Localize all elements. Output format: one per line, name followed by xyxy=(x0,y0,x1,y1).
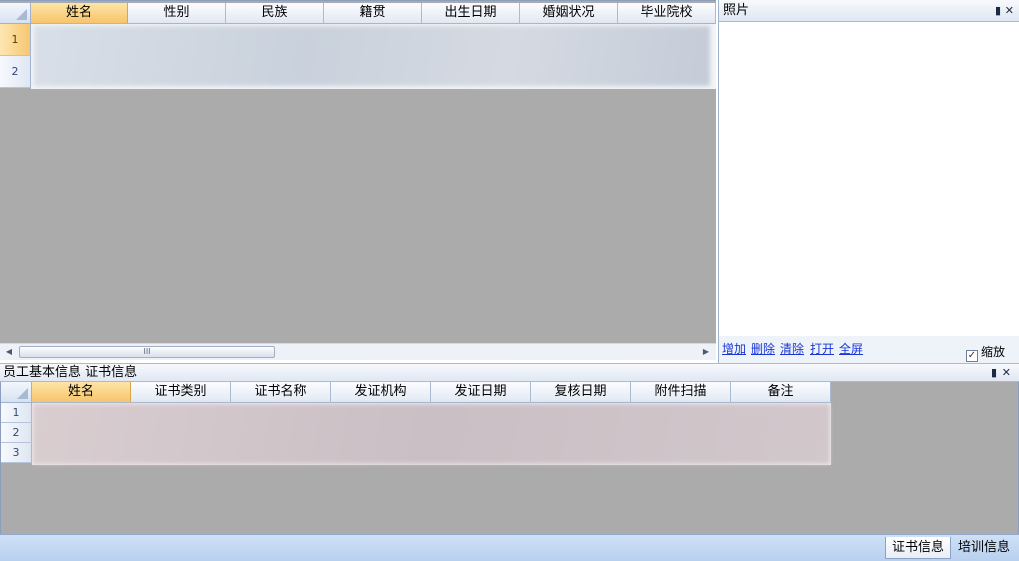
row-header[interactable]: 3 xyxy=(1,443,32,463)
checkbox-checked-icon[interactable]: ✓ xyxy=(965,350,978,362)
col-header-attachment-scan[interactable]: 附件扫描 xyxy=(631,382,731,403)
col-header-issuer[interactable]: 发证机构 xyxy=(331,382,431,403)
col-header-name[interactable]: 姓名 xyxy=(32,382,131,403)
col-header-remarks[interactable]: 备注 xyxy=(731,382,831,403)
dock-title: 员工基本信息 证书信息 xyxy=(3,365,138,380)
col-header-birthdate[interactable]: 出生日期 xyxy=(422,3,520,24)
row-header[interactable]: 2 xyxy=(1,423,32,443)
employee-grid-cells[interactable] xyxy=(31,24,716,89)
col-header-gender[interactable]: 性别 xyxy=(128,3,226,24)
photo-panel-title: 照片 xyxy=(723,3,750,18)
arrow-left-icon[interactable]: ◀ xyxy=(4,347,14,357)
pin-icon[interactable]: ▮ xyxy=(995,0,1001,22)
certificate-grid-row-headers: 1 2 3 xyxy=(1,403,32,463)
arrow-right-icon[interactable]: ▶ xyxy=(701,347,711,357)
col-header-ethnicity[interactable]: 民族 xyxy=(226,3,324,24)
certificate-grid-cells[interactable] xyxy=(32,403,831,465)
open-photo-link[interactable]: 打开 xyxy=(810,340,834,357)
col-header-marital-status[interactable]: 婚姻状况 xyxy=(520,3,618,24)
horizontal-scrollbar[interactable]: ◀ III ▶ xyxy=(0,343,716,360)
photo-panel: 照片 ▮ ✕ 增加 删除 清除 打开 全屏 ✓ 缩放 xyxy=(718,0,1019,363)
select-all-corner[interactable] xyxy=(1,382,32,403)
employee-grid-row-headers: 1 2 xyxy=(0,24,31,88)
zoom-label: 缩放 xyxy=(980,345,1005,359)
fullscreen-photo-link[interactable]: 全屏 xyxy=(839,340,863,357)
delete-photo-link[interactable]: 删除 xyxy=(751,340,775,357)
dock-title-bar: 员工基本信息 证书信息 ▮ ✕ xyxy=(0,363,1019,382)
row-header[interactable]: 1 xyxy=(0,24,31,56)
col-header-cert-type[interactable]: 证书类别 xyxy=(131,382,231,403)
close-icon[interactable]: ✕ xyxy=(1005,0,1014,22)
photo-panel-header: 照片 ▮ ✕ xyxy=(719,0,1019,22)
close-icon[interactable]: ✕ xyxy=(1002,364,1011,382)
photo-display xyxy=(719,22,1019,336)
tab-training-info[interactable]: 培训信息 xyxy=(952,537,1016,559)
zoom-checkbox[interactable]: ✓ 缩放 xyxy=(965,343,1005,362)
redacted-cell-content xyxy=(34,26,710,86)
certificate-grid-header: 姓名 证书类别 证书名称 发证机构 发证日期 复核日期 附件扫描 备注 xyxy=(1,382,831,403)
col-header-review-date[interactable]: 复核日期 xyxy=(531,382,631,403)
clear-photo-link[interactable]: 清除 xyxy=(780,340,804,357)
pin-icon[interactable]: ▮ xyxy=(991,364,997,382)
col-header-native-place[interactable]: 籍贯 xyxy=(324,3,422,24)
row-header[interactable]: 2 xyxy=(0,56,31,88)
col-header-cert-name[interactable]: 证书名称 xyxy=(231,382,331,403)
col-header-name[interactable]: 姓名 xyxy=(31,3,128,24)
employee-grid-header: 姓名 性别 民族 籍贯 出生日期 婚姻状况 毕业院校 xyxy=(0,3,716,24)
photo-actions: 增加 删除 清除 打开 全屏 ✓ 缩放 xyxy=(719,336,1019,363)
col-header-issue-date[interactable]: 发证日期 xyxy=(431,382,531,403)
col-header-school[interactable]: 毕业院校 xyxy=(618,3,716,24)
tab-certificate-info[interactable]: 证书信息 xyxy=(885,537,952,559)
redacted-cell-content xyxy=(33,404,830,464)
employee-grid[interactable]: 姓名 性别 民族 籍贯 出生日期 婚姻状况 毕业院校 1 2 xyxy=(0,0,716,343)
select-all-corner[interactable] xyxy=(0,3,31,24)
add-photo-link[interactable]: 增加 xyxy=(722,340,746,357)
bottom-tab-bar: 证书信息 培训信息 xyxy=(0,534,1019,561)
row-header[interactable]: 1 xyxy=(1,403,32,423)
scrollbar-thumb[interactable]: III xyxy=(19,346,275,358)
certificate-grid[interactable]: 姓名 证书类别 证书名称 发证机构 发证日期 复核日期 附件扫描 备注 1 2 … xyxy=(0,382,1019,534)
